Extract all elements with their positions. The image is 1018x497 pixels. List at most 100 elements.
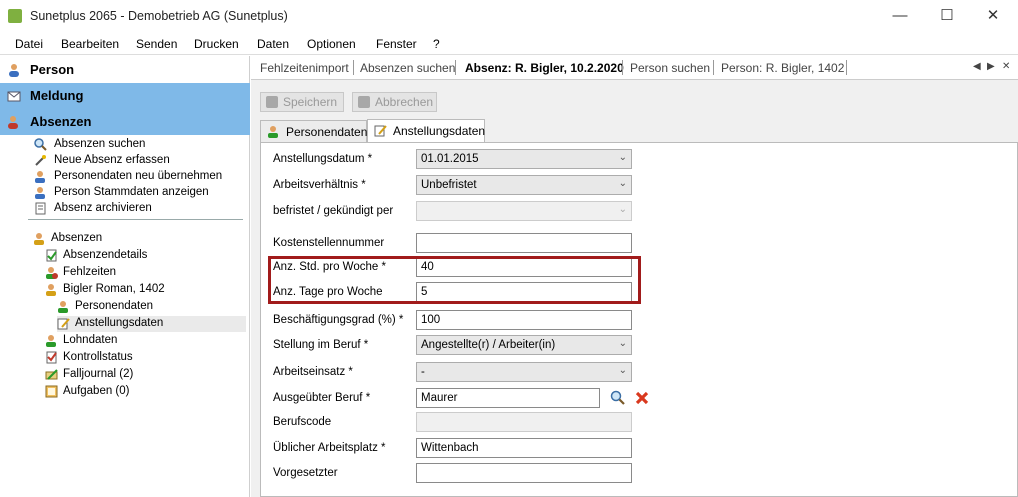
tree-item-absenzendetails[interactable]: Absenzendetails: [45, 248, 248, 264]
search-icon[interactable]: [610, 390, 626, 406]
tree-label: Bigler Roman, 1402: [63, 283, 165, 295]
menu-drucken[interactable]: Drucken: [194, 37, 239, 51]
beschaeftigungsgrad-input[interactable]: 100: [416, 310, 632, 330]
befristet-label: befristet / gekündigt per: [273, 205, 394, 217]
menu-help[interactable]: ?: [433, 37, 440, 51]
highlight-box: [268, 256, 641, 304]
menu-senden[interactable]: Senden: [136, 37, 177, 51]
arbeitseinsatz-value: -: [421, 366, 425, 378]
menu-bar: Datei Bearbeiten Senden Drucken Daten Op…: [0, 33, 1018, 55]
action-neue-absenz[interactable]: Neue Absenz erfassen: [34, 153, 249, 169]
delete-icon[interactable]: [634, 390, 650, 406]
action-absenz-archivieren[interactable]: Absenz archivieren: [34, 201, 249, 217]
vorgesetzter-input[interactable]: [416, 463, 632, 483]
tree-label: Aufgaben (0): [63, 385, 130, 397]
subtab-personendaten[interactable]: Personendaten: [260, 120, 367, 142]
edit-doc-icon: [374, 125, 387, 137]
tree-item-aufgaben[interactable]: Aufgaben (0): [45, 384, 248, 400]
category-meldung[interactable]: Meldung: [0, 83, 250, 109]
action-label: Personendaten neu übernehmen: [54, 170, 223, 182]
action-label: Absenz archivieren: [54, 202, 152, 214]
save-label: Speichern: [283, 95, 338, 109]
person-icon: [35, 187, 45, 199]
action-personendaten-neu[interactable]: Personendaten neu übernehmen: [34, 169, 249, 185]
wand-icon: [35, 155, 46, 166]
tree-item-lohndaten[interactable]: Lohndaten: [45, 333, 248, 349]
menu-fenster[interactable]: Fenster: [376, 37, 417, 51]
window-title: Sunetplus 2065 - Demobetrieb AG (Sunetpl…: [30, 9, 288, 23]
tab-person-suchen[interactable]: Person suchen: [630, 61, 710, 75]
beruf-label: Ausgeübter Beruf *: [273, 392, 371, 404]
person-refresh-icon: [35, 171, 45, 183]
arbeitsverhaeltnis-select[interactable]: Unbefristet ⌄: [416, 175, 632, 195]
tree-item-absenzen[interactable]: Absenzen: [33, 231, 248, 247]
archive-icon: [35, 202, 46, 215]
action-absenzen-suchen[interactable]: Absenzen suchen: [34, 137, 249, 153]
tree-label: Kontrollstatus: [63, 351, 133, 363]
sidebar-divider: [28, 219, 243, 220]
tree-label: Lohndaten: [63, 334, 118, 346]
arbeitseinsatz-select[interactable]: - ⌄: [416, 362, 632, 382]
stellung-select[interactable]: Angestellte(r) / Arbeiter(in) ⌄: [416, 335, 632, 355]
menu-datei[interactable]: Datei: [15, 37, 43, 51]
tab-fehlzeitenimport[interactable]: Fehlzeitenimport: [260, 61, 349, 75]
save-icon: [266, 96, 278, 108]
tree-label: Absenzen: [51, 232, 103, 244]
tab-person-bigler[interactable]: Person: R. Bigler, 1402: [721, 61, 844, 75]
tab-absenz-bigler[interactable]: Absenz: R. Bigler, 10.2.2020: [465, 61, 624, 75]
category-label: Absenzen: [30, 114, 92, 129]
person-check-icon: [58, 301, 68, 313]
person-icon: [46, 284, 56, 296]
tab-absenzen-suchen[interactable]: Absenzen suchen: [360, 61, 455, 75]
arbeitsplatz-label: Üblicher Arbeitsplatz *: [273, 442, 386, 454]
maximize-button[interactable]: ☐: [927, 4, 967, 28]
category-label: Person: [30, 62, 75, 77]
employment-form: Anstellungsdatum * 01.01.2015 ⌄ Arbeitsv…: [260, 142, 1018, 497]
minimize-button[interactable]: —: [880, 4, 920, 28]
action-label: Absenzen suchen: [54, 138, 146, 150]
tree-item-personendaten[interactable]: Personendaten: [57, 299, 248, 315]
chevron-down-icon[interactable]: ⌄: [619, 365, 627, 376]
menu-bearbeiten[interactable]: Bearbeiten: [61, 37, 119, 51]
check-doc-icon: [46, 249, 57, 262]
befristet-field: ⌄: [416, 201, 632, 221]
tree-item-falljournal[interactable]: Falljournal (2): [45, 367, 248, 383]
action-stammdaten-anzeigen[interactable]: Person Stammdaten anzeigen: [34, 185, 249, 201]
tree-item-anstellungsdaten[interactable]: Anstellungsdaten: [57, 316, 246, 332]
beschaeftigungsgrad-label: Beschäftigungsgrad (%) *: [273, 314, 404, 326]
kostenstelle-input[interactable]: [416, 233, 632, 253]
tabs-next-icon[interactable]: ▶: [987, 61, 995, 72]
category-person[interactable]: Person: [0, 57, 250, 83]
envelope-icon: [7, 91, 21, 102]
menu-daten[interactable]: Daten: [257, 37, 289, 51]
chevron-down-icon[interactable]: ⌄: [619, 338, 627, 349]
menu-optionen[interactable]: Optionen: [307, 37, 356, 51]
title-bar: Sunetplus 2065 - Demobetrieb AG (Sunetpl…: [0, 0, 1018, 33]
tree-label: Personendaten: [75, 300, 154, 312]
tabs-prev-icon[interactable]: ◀: [973, 61, 981, 72]
edit-doc-icon: [57, 318, 70, 330]
tree-item-fehlzeiten[interactable]: Fehlzeiten: [45, 265, 248, 281]
close-button[interactable]: ✕: [973, 4, 1013, 28]
tab-separator: [622, 60, 623, 75]
cancel-button[interactable]: Abbrechen: [352, 92, 437, 112]
save-button[interactable]: Speichern: [260, 92, 344, 112]
journal-icon: [45, 369, 58, 380]
anstellungsdatum-field[interactable]: 01.01.2015 ⌄: [416, 149, 632, 169]
tab-separator: [353, 60, 354, 75]
vorgesetzter-label: Vorgesetzter: [273, 467, 338, 479]
tree-item-bigler-roman[interactable]: Bigler Roman, 1402: [45, 282, 248, 298]
tree-item-kontrollstatus[interactable]: Kontrollstatus: [45, 350, 248, 366]
tree-label: Anstellungsdaten: [75, 317, 164, 329]
cancel-label: Abbrechen: [375, 95, 434, 109]
chevron-down-icon[interactable]: ⌄: [619, 152, 627, 163]
category-absenzen[interactable]: Absenzen: [0, 109, 250, 135]
tab-close-icon[interactable]: ✕: [1002, 61, 1010, 72]
absence-icon: [8, 116, 18, 129]
subtab-anstellungsdaten[interactable]: Anstellungsdaten: [367, 119, 485, 142]
chevron-down-icon[interactable]: ⌄: [619, 178, 627, 189]
person-icon: [9, 64, 19, 77]
beruf-input[interactable]: Maurer: [416, 388, 600, 408]
arbeitsplatz-input[interactable]: Wittenbach: [416, 438, 632, 458]
tab-separator: [455, 60, 456, 75]
